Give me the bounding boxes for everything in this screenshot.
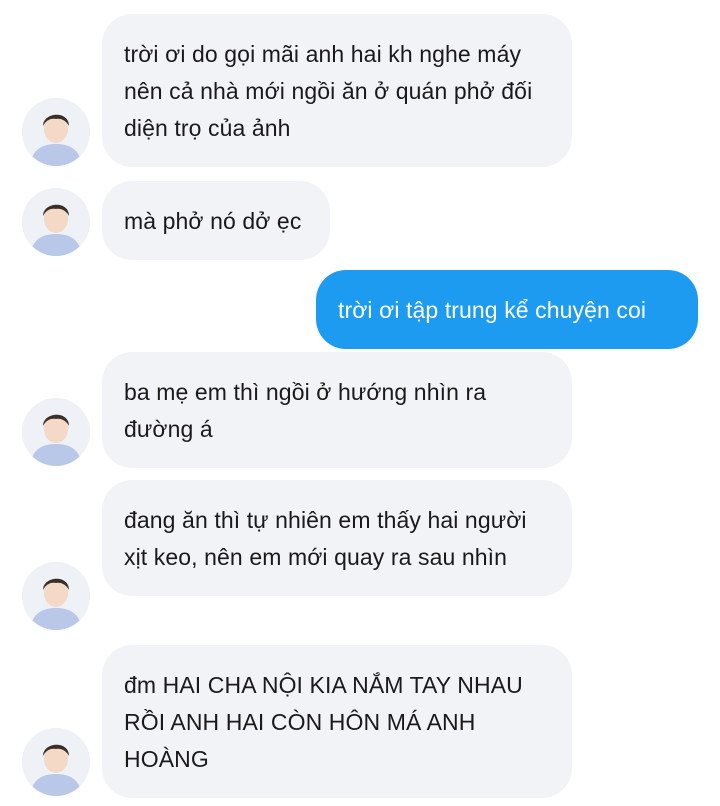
message-bubble-outgoing[interactable]: trời ơi tập trung kể chuyện coi [316,270,698,349]
message-bubble-incoming[interactable]: trời ơi do gọi mãi anh hai kh nghe máy n… [102,14,572,167]
user-avatar[interactable] [22,98,90,166]
user-avatar[interactable] [22,188,90,256]
avatar-photo [22,188,90,256]
message-bubble-incoming[interactable]: mà phở nó dở ẹc [102,181,330,260]
user-avatar[interactable] [22,398,90,466]
avatar-photo [22,562,90,630]
message-thread: trời ơi do gọi mãi anh hai kh nghe máy n… [0,0,720,806]
avatar-photo [22,728,90,796]
message-bubble-incoming[interactable]: đm HAI CHA NỘI KIA NẮM TAY NHAU RỒI ANH … [102,645,572,798]
message-bubble-incoming[interactable]: đang ăn thì tự nhiên em thấy hai người x… [102,480,572,596]
avatar-photo [22,98,90,166]
user-avatar[interactable] [22,562,90,630]
message-bubble-incoming[interactable]: ba mẹ em thì ngồi ở hướng nhìn ra đường … [102,352,572,468]
avatar-photo [22,398,90,466]
user-avatar[interactable] [22,728,90,796]
